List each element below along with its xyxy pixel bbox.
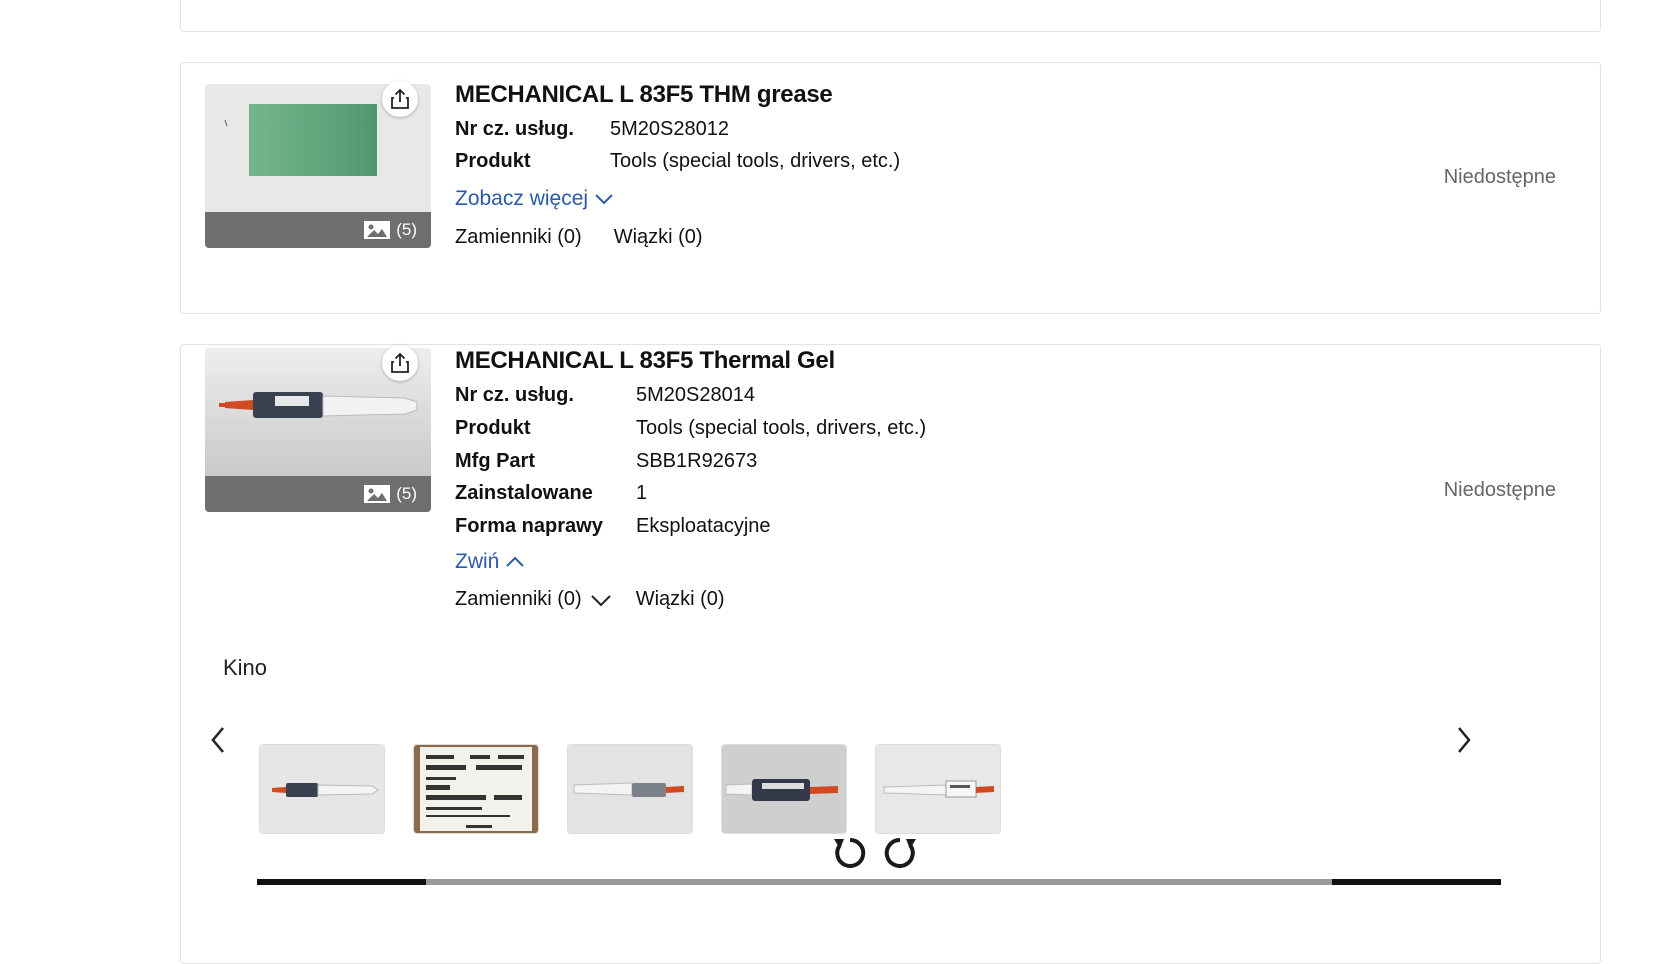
rotate-right-icon[interactable] bbox=[880, 833, 920, 873]
strip-right-segment bbox=[1332, 879, 1501, 885]
image-count-bar: (5) bbox=[205, 212, 431, 248]
availability-status: Niedostępne bbox=[1443, 166, 1556, 188]
image-icon bbox=[364, 221, 391, 239]
thumbnail-image bbox=[568, 745, 692, 833]
share-icon bbox=[391, 352, 409, 373]
gallery-thumbnail-4[interactable] bbox=[721, 744, 847, 834]
field-mfg-part: Mfg Part SBB1R92673 bbox=[455, 450, 757, 473]
field-label: Produkt bbox=[455, 150, 531, 172]
rotate-controls bbox=[830, 833, 920, 873]
field-installed: Zainstalowane 1 bbox=[455, 482, 647, 505]
gallery-thumbnail-3[interactable] bbox=[567, 744, 693, 834]
subtabs: Zamienniki (0) Wiązki (0) bbox=[455, 588, 725, 611]
field-label: Nr cz. usług. bbox=[455, 384, 574, 406]
gallery-thumbnail-2[interactable] bbox=[413, 744, 539, 834]
gallery-label: Kino bbox=[223, 655, 268, 680]
share-icon bbox=[391, 88, 409, 109]
field-value: 5M20S28012 bbox=[610, 118, 729, 140]
see-more-link[interactable]: Zobacz więcej bbox=[455, 187, 614, 211]
share-button[interactable] bbox=[382, 345, 418, 381]
field-value: 5M20S28014 bbox=[636, 384, 755, 406]
field-value: Tools (special tools, drivers, etc.) bbox=[610, 150, 901, 172]
chevron-down-icon[interactable] bbox=[590, 593, 612, 607]
field-repair-form: Forma naprawy Eksploatacyjne bbox=[455, 515, 771, 538]
field-product: Produkt Tools (special tools, drivers, et… bbox=[455, 417, 926, 440]
image-count-bar: (5) bbox=[205, 476, 431, 512]
part-card-thermal-gel: (5) MECHANICAL L 83F5 Thermal Gel Nr cz.… bbox=[180, 344, 1601, 964]
field-label: Nr cz. usług. bbox=[455, 118, 574, 140]
chevron-up-icon bbox=[506, 556, 525, 567]
collapse-label: Zwiń bbox=[455, 550, 500, 573]
field-value: Tools (special tools, drivers, etc.) bbox=[636, 417, 927, 439]
field-product: Produkt Tools (special tools, drivers, et… bbox=[455, 150, 900, 173]
image-count: (5) bbox=[396, 220, 417, 239]
thumbnail-image bbox=[414, 745, 538, 833]
collapse-link[interactable]: Zwiń bbox=[455, 550, 525, 574]
bundles-tab[interactable]: Wiązki (0) bbox=[636, 588, 725, 611]
replacements-tab[interactable]: Zamienniki (0) bbox=[455, 588, 582, 611]
field-value: 1 bbox=[636, 482, 648, 504]
thumbnail-image bbox=[260, 745, 384, 833]
replacements-tab[interactable]: Zamienniki (0) bbox=[455, 226, 582, 249]
chevron-down-icon bbox=[595, 194, 613, 205]
gallery-thumbnail-5[interactable] bbox=[875, 744, 1001, 834]
field-value: Eksploatacyjne bbox=[636, 515, 771, 537]
bundles-tab[interactable]: Wiązki (0) bbox=[614, 226, 703, 249]
field-label: Mfg Part bbox=[455, 450, 535, 472]
field-value: SBB1R92673 bbox=[636, 450, 758, 472]
thumbnail-image bbox=[876, 745, 1000, 833]
field-service-part-number: Nr cz. usług. 5M20S28012 bbox=[455, 118, 729, 141]
field-service-part-number: Nr cz. usług. 5M20S28014 bbox=[455, 384, 755, 407]
field-label: Forma naprawy bbox=[455, 515, 603, 537]
availability-status: Niedostępne bbox=[1443, 479, 1556, 501]
part-title[interactable]: MECHANICAL L 83F5 Thermal Gel bbox=[455, 347, 835, 375]
rotate-left-icon[interactable] bbox=[830, 833, 870, 873]
carousel-next-button[interactable] bbox=[1449, 720, 1479, 760]
carousel-prev-button[interactable] bbox=[203, 720, 233, 760]
share-button[interactable] bbox=[382, 81, 418, 117]
chevron-left-icon bbox=[211, 727, 224, 753]
previous-part-card bbox=[180, 0, 1601, 32]
image-icon bbox=[364, 485, 391, 503]
gallery-thumbnail-1[interactable] bbox=[259, 744, 385, 834]
see-more-label: Zobacz więcej bbox=[455, 187, 589, 210]
strip-left-segment bbox=[257, 879, 426, 885]
image-count: (5) bbox=[396, 484, 417, 503]
chevron-right-icon bbox=[1458, 727, 1471, 753]
field-label: Produkt bbox=[455, 417, 531, 439]
thumbnail-image bbox=[722, 745, 846, 833]
image-viewer-strip bbox=[257, 879, 1501, 885]
field-label: Zainstalowane bbox=[455, 482, 593, 504]
part-card-thm-grease: (5) MECHANICAL L 83F5 THM grease Nr cz. … bbox=[180, 62, 1601, 314]
part-title[interactable]: MECHANICAL L 83F5 THM grease bbox=[455, 81, 833, 109]
subtabs: Zamienniki (0) Wiązki (0) bbox=[455, 226, 703, 249]
